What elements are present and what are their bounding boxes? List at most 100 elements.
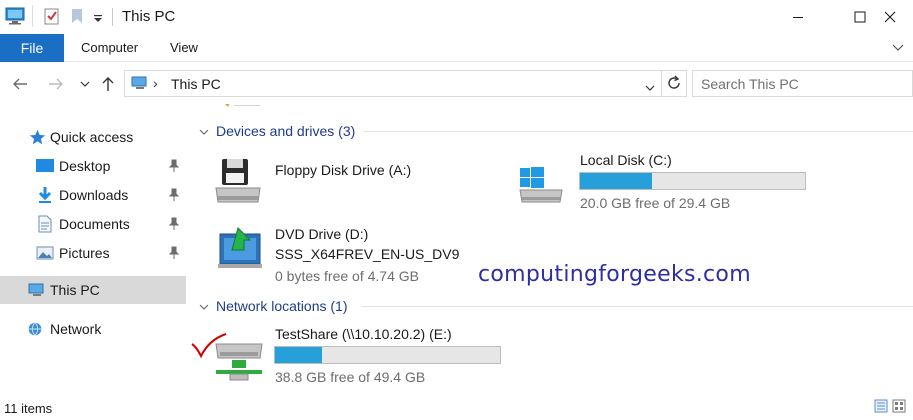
address-history-dropdown[interactable] (645, 79, 655, 95)
refresh-icon (668, 75, 680, 89)
tab-computer[interactable]: Computer (81, 40, 138, 55)
sidebar-item-downloads[interactable]: Downloads (0, 181, 186, 209)
drive-free-space: 20.0 GB free of 29.4 GB (580, 195, 731, 211)
forward-arrow-icon (49, 78, 63, 90)
group-divider (362, 306, 913, 307)
pin-icon[interactable] (168, 188, 180, 202)
drive-free-space: 0 bytes free of 4.74 GB (275, 268, 419, 284)
group-header-devices[interactable]: Devices and drives (3) (186, 121, 913, 141)
desktop-folder-icon (36, 157, 54, 175)
recent-locations-dropdown[interactable] (75, 74, 95, 94)
sidebar-item-label: Network (50, 321, 102, 337)
navigation-bar: › This PC (0, 62, 913, 104)
sidebar-item-documents[interactable]: Documents (0, 210, 186, 238)
this-pc-icon (131, 75, 149, 94)
customize-toolbar-dropdown-icon[interactable] (93, 11, 103, 27)
close-button[interactable] (867, 0, 913, 34)
title-bar: This PC (0, 0, 913, 34)
maximize-icon (854, 11, 866, 23)
minimize-icon (793, 17, 803, 18)
content-pane: Devices and drives (3) Floppy Disk Drive… (186, 104, 913, 394)
forward-button[interactable] (46, 74, 66, 94)
up-arrow-icon (102, 77, 114, 91)
details-view-icon (874, 399, 888, 413)
computer-icon (28, 281, 46, 299)
status-bar: 11 items (0, 394, 913, 420)
sidebar-item-label: Pictures (59, 245, 110, 261)
up-button[interactable] (98, 74, 118, 94)
drive-usage-fill (580, 173, 652, 189)
drive-name: Local Disk (C:) (580, 152, 672, 168)
group-header-network[interactable]: Network locations (1) (186, 296, 913, 316)
navigation-pane: Quick access Desktop Downloads Documents (0, 104, 186, 394)
chevron-down-icon[interactable] (198, 125, 210, 137)
sidebar-item-label: Documents (59, 216, 130, 232)
window-title: This PC (122, 8, 176, 25)
computer-icon[interactable] (5, 7, 25, 28)
pin-icon[interactable] (168, 159, 180, 173)
refresh-button[interactable] (666, 75, 682, 94)
scrolled-folder-icon (222, 104, 262, 107)
drive-local-c[interactable]: Local Disk (C:) 20.0 GB free of 29.4 GB (516, 152, 816, 212)
pictures-folder-icon (36, 244, 54, 262)
drive-usage-bar (274, 346, 501, 364)
documents-folder-icon (36, 215, 54, 233)
dvd-drive-icon (216, 226, 268, 278)
windows-drive-icon (516, 166, 568, 218)
sidebar-item-quick-access[interactable]: Quick access (0, 123, 186, 151)
downloads-folder-icon (36, 186, 54, 204)
group-divider (364, 131, 913, 132)
properties-check-icon[interactable] (44, 7, 60, 28)
star-icon (28, 128, 46, 146)
breadcrumb-separator[interactable]: › (153, 75, 158, 91)
search-input[interactable] (693, 71, 912, 96)
sidebar-item-this-pc[interactable]: This PC (0, 276, 186, 304)
drive-free-space: 38.8 GB free of 49.4 GB (275, 369, 426, 385)
pin-icon[interactable] (168, 246, 180, 260)
network-icon (26, 320, 44, 338)
group-title: Network locations (1) (216, 298, 348, 314)
drive-usage-bar (579, 172, 806, 190)
tab-view[interactable]: View (170, 40, 198, 55)
close-icon (884, 11, 896, 23)
floppy-drive-icon (212, 156, 264, 208)
sidebar-item-network[interactable]: Network (0, 315, 186, 343)
drive-network-share[interactable]: TestShare (\\10.10.20.2) (E:) 38.8 GB fr… (190, 326, 520, 390)
details-view-button[interactable] (874, 399, 888, 416)
chevron-down-icon[interactable] (198, 300, 210, 312)
drive-volume-label: SSS_X64FREV_EN-US_DV9 (275, 246, 460, 262)
drive-name: TestShare (\\10.10.20.2) (E:) (275, 326, 452, 342)
back-arrow-icon (13, 78, 27, 90)
drive-usage-fill (275, 347, 323, 363)
toolbar-divider (32, 5, 33, 27)
drive-name: DVD Drive (D:) (275, 226, 369, 242)
minimize-button[interactable] (775, 0, 821, 34)
search-box[interactable] (692, 70, 913, 97)
item-count: 11 items (4, 401, 53, 416)
breadcrumb-this-pc[interactable]: This PC (171, 76, 221, 92)
sidebar-item-label: Quick access (50, 129, 134, 145)
ribbon-tabs: File Computer View (0, 34, 913, 62)
pin-icon[interactable] (168, 217, 180, 231)
sidebar-item-label: Downloads (59, 187, 129, 203)
group-title: Devices and drives (3) (216, 123, 356, 139)
back-button[interactable] (10, 74, 30, 94)
tab-file[interactable]: File (0, 34, 64, 62)
large-icons-view-icon (892, 399, 906, 413)
expand-ribbon-icon[interactable] (891, 40, 905, 54)
address-bar[interactable]: › This PC (124, 70, 687, 97)
drive-dvd[interactable]: DVD Drive (D:) SSS_X64FREV_EN-US_DV9 0 b… (216, 224, 516, 286)
sidebar-item-label: This PC (50, 282, 100, 298)
drive-floppy[interactable]: Floppy Disk Drive (A:) (212, 156, 472, 212)
drive-name: Floppy Disk Drive (A:) (275, 162, 412, 178)
sidebar-item-desktop[interactable]: Desktop (0, 152, 186, 180)
address-divider (661, 71, 662, 96)
chevron-down-icon (80, 81, 90, 87)
sidebar-item-pictures[interactable]: Pictures (0, 239, 186, 267)
watermark-text: computingforgeeks.com (478, 262, 751, 287)
large-icons-view-button[interactable] (892, 399, 906, 416)
chevron-down-icon (645, 85, 655, 91)
new-folder-icon[interactable] (70, 7, 84, 28)
sidebar-item-label: Desktop (59, 158, 111, 174)
network-drive-icon (210, 338, 263, 390)
